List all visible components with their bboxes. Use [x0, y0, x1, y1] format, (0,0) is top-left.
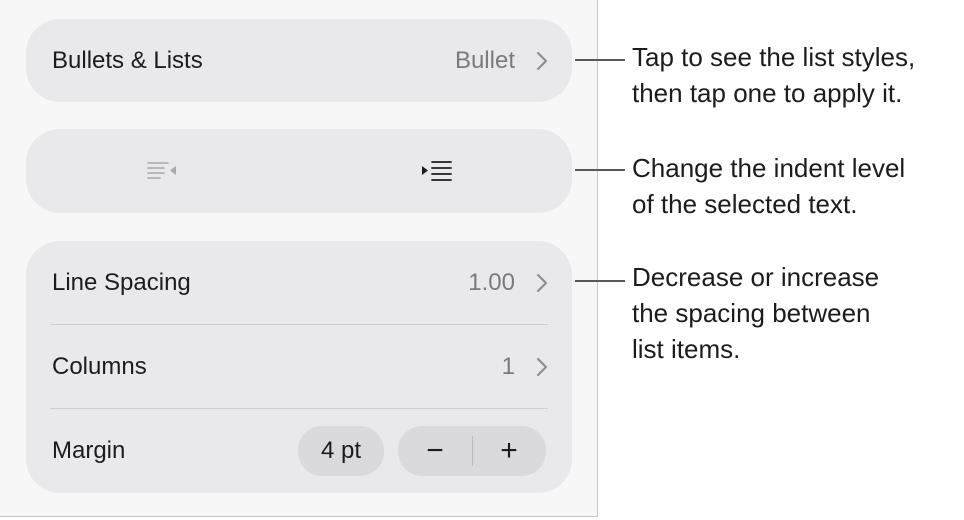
columns-label: Columns [52, 353, 147, 380]
format-panel: Bullets & Lists Bullet Line Spacing 1.00… [0, 0, 598, 517]
callout-bullets: Tap to see the list styles, then tap one… [632, 39, 915, 111]
callout-indent: Change the indent level of the selected … [632, 150, 905, 222]
callout-indent-line1: Change the indent level [632, 153, 906, 183]
bullets-lists-row[interactable]: Bullets & Lists Bullet [26, 19, 572, 102]
plus-icon: + [500, 434, 518, 467]
margin-increase-button[interactable]: + [472, 426, 546, 476]
callout-indent-line2: of the selected text. [632, 189, 858, 219]
callout-spacing-line3: list items. [632, 334, 741, 364]
line-spacing-label: Line Spacing [52, 269, 191, 296]
callout-bullets-line2: then tap one to apply it. [632, 78, 903, 108]
columns-row[interactable]: Columns 1 [26, 325, 572, 409]
bullets-lists-label: Bullets & Lists [52, 46, 203, 74]
minus-icon: − [426, 434, 444, 467]
callout-line-bullets [575, 59, 625, 61]
increase-indent-button[interactable] [299, 129, 572, 213]
chevron-right-icon [536, 51, 548, 70]
margin-value-field[interactable]: 4 pt [298, 426, 384, 476]
columns-value: 1 [501, 353, 515, 380]
margin-decrease-button[interactable]: − [398, 426, 472, 476]
indent-controls [26, 129, 572, 213]
bullets-lists-value: Bullet [454, 46, 515, 74]
callout-spacing: Decrease or increase the spacing between… [632, 259, 879, 367]
chevron-right-icon [536, 357, 548, 377]
callout-spacing-line2: the spacing between [632, 298, 871, 328]
spacing-group: Line Spacing 1.00 Columns 1 Margin 4 pt … [26, 241, 572, 493]
decrease-indent-icon [146, 162, 176, 179]
line-spacing-row[interactable]: Line Spacing 1.00 [26, 241, 572, 325]
callout-bullets-line1: Tap to see the list styles, [632, 42, 916, 72]
margin-stepper: − + [398, 426, 546, 476]
callout-line-indent [575, 169, 625, 171]
margin-label: Margin [52, 437, 126, 464]
margin-row: Margin 4 pt − + [26, 409, 572, 493]
chevron-right-icon [536, 273, 548, 293]
line-spacing-value: 1.00 [468, 269, 515, 296]
callout-line-spacing [575, 280, 625, 282]
decrease-indent-button[interactable] [26, 129, 299, 213]
increase-indent-icon [421, 161, 452, 181]
callout-spacing-line1: Decrease or increase [632, 262, 880, 292]
